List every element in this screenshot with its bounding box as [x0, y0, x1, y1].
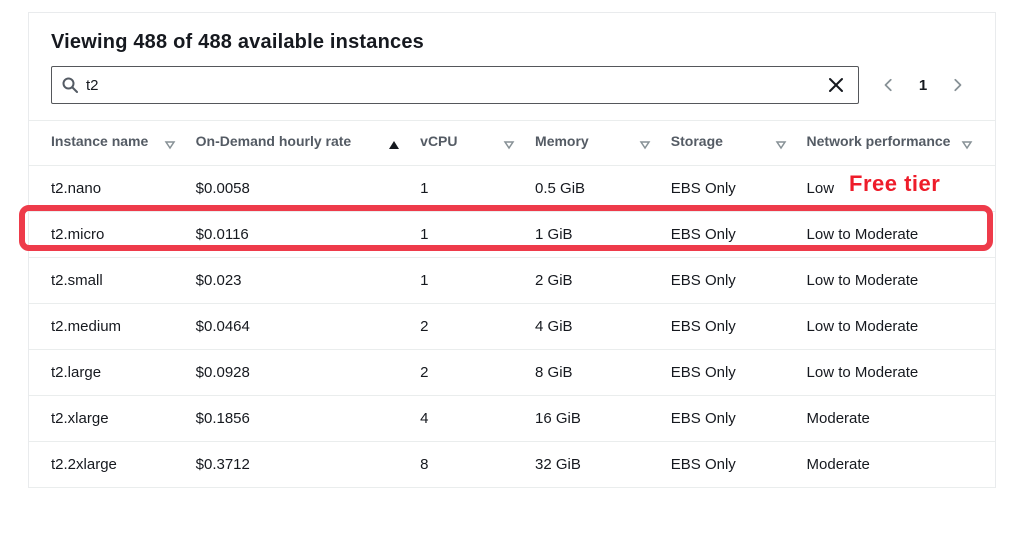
sort-icon: [164, 139, 176, 151]
sort-icon: [639, 139, 651, 151]
col-header-label: vCPU: [420, 133, 457, 151]
col-header-label: Storage: [671, 133, 723, 151]
cell-name: t2.nano: [29, 165, 186, 211]
cell-vcpu: 1: [410, 211, 525, 257]
cell-memory: 0.5 GiB: [525, 165, 661, 211]
col-header-label: Instance name: [51, 133, 148, 151]
instances-table: Instance name On-Demand hourly rate: [29, 120, 995, 488]
cell-vcpu: 8: [410, 441, 525, 487]
sort-icon: [775, 139, 787, 151]
cell-storage: EBS Only: [661, 395, 797, 441]
cell-network: Low to Moderate: [797, 211, 995, 257]
cell-network: Moderate: [797, 395, 995, 441]
table-row[interactable]: t2.medium$0.046424 GiBEBS OnlyLow to Mod…: [29, 303, 995, 349]
cell-name: t2.xlarge: [29, 395, 186, 441]
col-header-storage[interactable]: Storage: [661, 121, 797, 166]
cell-memory: 4 GiB: [525, 303, 661, 349]
cell-rate: $0.3712: [186, 441, 411, 487]
cell-network: Low to Moderate: [797, 349, 995, 395]
cell-network: Low: [797, 165, 995, 211]
sort-icon: [961, 139, 973, 151]
search-icon: [62, 77, 78, 93]
prev-page-button[interactable]: [873, 69, 905, 101]
cell-network: Low to Moderate: [797, 257, 995, 303]
col-header-memory[interactable]: Memory: [525, 121, 661, 166]
cell-memory: 16 GiB: [525, 395, 661, 441]
panel-header: Viewing 488 of 488 available instances: [29, 13, 995, 66]
cell-vcpu: 2: [410, 303, 525, 349]
table-row[interactable]: t2.nano$0.005810.5 GiBEBS OnlyLow: [29, 165, 995, 211]
cell-name: t2.2xlarge: [29, 441, 186, 487]
table-header-row: Instance name On-Demand hourly rate: [29, 121, 995, 166]
col-header-name[interactable]: Instance name: [29, 121, 186, 166]
cell-name: t2.micro: [29, 211, 186, 257]
panel-title: Viewing 488 of 488 available instances: [51, 31, 973, 54]
cell-vcpu: 2: [410, 349, 525, 395]
instances-panel: Viewing 488 of 488 available instances: [28, 12, 996, 488]
close-icon: [828, 77, 844, 93]
table-row[interactable]: t2.large$0.092828 GiBEBS OnlyLow to Mode…: [29, 349, 995, 395]
chevron-right-icon: [950, 78, 964, 92]
cell-memory: 2 GiB: [525, 257, 661, 303]
table-row[interactable]: t2.small$0.02312 GiBEBS OnlyLow to Moder…: [29, 257, 995, 303]
next-page-button[interactable]: [941, 69, 973, 101]
cell-network: Low to Moderate: [797, 303, 995, 349]
cell-vcpu: 1: [410, 257, 525, 303]
cell-memory: 32 GiB: [525, 441, 661, 487]
current-page: 1: [911, 77, 935, 94]
col-header-vcpu[interactable]: vCPU: [410, 121, 525, 166]
col-header-network[interactable]: Network performance: [797, 121, 995, 166]
cell-storage: EBS Only: [661, 257, 797, 303]
chevron-left-icon: [882, 78, 896, 92]
cell-storage: EBS Only: [661, 211, 797, 257]
cell-rate: $0.0928: [186, 349, 411, 395]
cell-vcpu: 4: [410, 395, 525, 441]
cell-vcpu: 1: [410, 165, 525, 211]
table-row[interactable]: t2.2xlarge$0.3712832 GiBEBS OnlyModerate: [29, 441, 995, 487]
cell-name: t2.medium: [29, 303, 186, 349]
cell-rate: $0.1856: [186, 395, 411, 441]
sort-asc-icon: [388, 139, 400, 151]
col-header-rate[interactable]: On-Demand hourly rate: [186, 121, 411, 166]
cell-storage: EBS Only: [661, 349, 797, 395]
col-header-label: Network performance: [807, 133, 951, 151]
clear-search-button[interactable]: [824, 73, 848, 97]
col-header-label: On-Demand hourly rate: [196, 133, 352, 151]
cell-rate: $0.0464: [186, 303, 411, 349]
col-header-label: Memory: [535, 133, 589, 151]
cell-network: Moderate: [797, 441, 995, 487]
toolbar: 1: [29, 66, 995, 120]
cell-rate: $0.023: [186, 257, 411, 303]
cell-memory: 8 GiB: [525, 349, 661, 395]
cell-rate: $0.0058: [186, 165, 411, 211]
cell-memory: 1 GiB: [525, 211, 661, 257]
page: Viewing 488 of 488 available instances: [0, 0, 1024, 488]
cell-name: t2.small: [29, 257, 186, 303]
sort-icon: [503, 139, 515, 151]
cell-storage: EBS Only: [661, 303, 797, 349]
cell-name: t2.large: [29, 349, 186, 395]
search-box[interactable]: [51, 66, 859, 104]
cell-rate: $0.0116: [186, 211, 411, 257]
pagination: 1: [873, 69, 973, 101]
search-input[interactable]: [78, 77, 824, 94]
cell-storage: EBS Only: [661, 165, 797, 211]
cell-storage: EBS Only: [661, 441, 797, 487]
table-row[interactable]: t2.micro$0.011611 GiBEBS OnlyLow to Mode…: [29, 211, 995, 257]
table-row[interactable]: t2.xlarge$0.1856416 GiBEBS OnlyModerate: [29, 395, 995, 441]
